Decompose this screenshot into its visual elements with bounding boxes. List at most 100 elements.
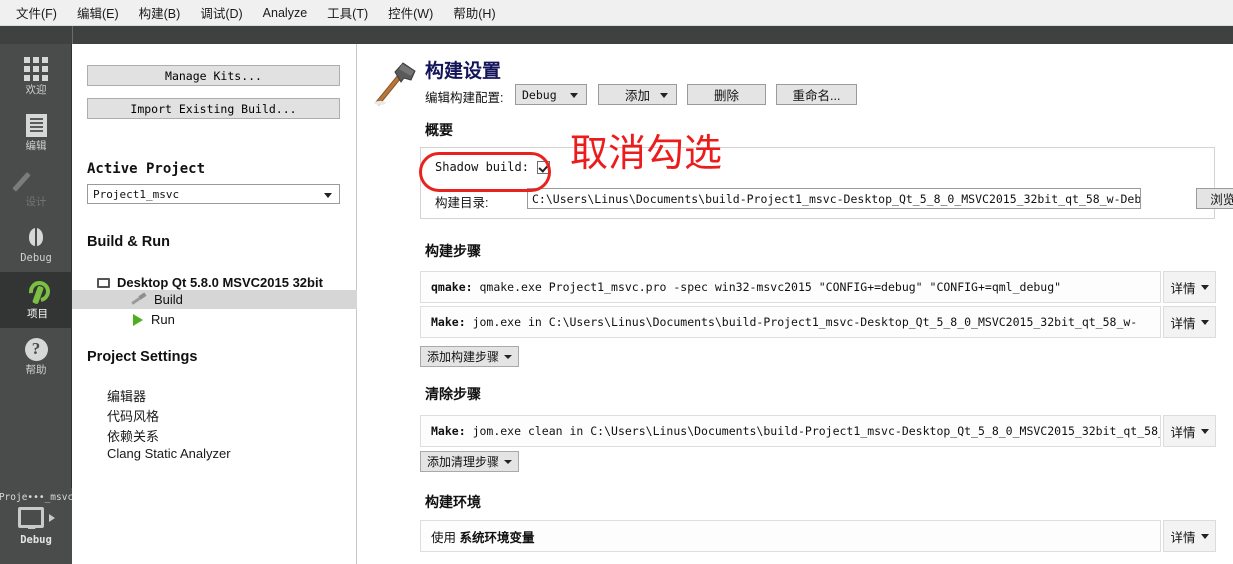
remove-config-button[interactable]: 删除: [687, 84, 766, 105]
shadow-build-label: Shadow build:: [435, 160, 529, 174]
clean-step-make-name: Make:: [431, 424, 466, 438]
run-config-project-name: Proje•••_msvc: [0, 492, 74, 503]
details-label: 详情: [1170, 425, 1196, 440]
tree-item-build-label: Build: [154, 292, 183, 307]
chevron-down-icon: [504, 459, 513, 464]
edit-build-config-label: 编辑构建配置:: [425, 91, 504, 105]
mode-selector-bar: 欢迎 编辑 设计 Debug 项目 ? 帮助: [0, 44, 72, 564]
chevron-down-icon: [660, 93, 668, 98]
manage-kits-button[interactable]: Manage Kits...: [87, 65, 340, 86]
build-steps-heading: 构建步骤: [425, 243, 481, 259]
add-config-button[interactable]: 添加: [598, 84, 677, 105]
hammer-icon: [374, 62, 416, 106]
kit-node[interactable]: Desktop Qt 5.8.0 MSVC2015 32bit: [97, 275, 323, 290]
menu-item-help[interactable]: 帮助(H): [443, 0, 505, 25]
build-step-qmake-command: qmake.exe Project1_msvc.pro -spec win32-…: [479, 280, 1062, 294]
chevron-down-icon: [1200, 533, 1209, 539]
toolbar-strip: [0, 26, 1233, 44]
build-config-combobox[interactable]: Debug: [515, 84, 587, 105]
details-label: 详情: [1170, 316, 1196, 331]
settings-link-code-style[interactable]: 代码风格: [107, 406, 159, 425]
build-environment-value: 系统环境变量: [459, 530, 535, 545]
tree-item-run-label: Run: [151, 312, 175, 327]
menu-item-build[interactable]: 构建(B): [129, 0, 191, 25]
chevron-down-icon: [504, 354, 513, 359]
menu-item-analyze[interactable]: Analyze: [253, 3, 317, 23]
build-step-make-name: Make:: [431, 315, 466, 329]
menu-item-edit[interactable]: 编辑(E): [67, 0, 129, 25]
mode-item-debug[interactable]: Debug: [0, 216, 72, 272]
build-step-make-details-button[interactable]: 详情: [1163, 306, 1216, 338]
mode-item-projects[interactable]: 项目: [0, 272, 72, 328]
add-build-step-label: 添加构建步骤: [427, 350, 500, 364]
menu-item-window[interactable]: 控件(W): [378, 0, 443, 25]
clean-steps-heading: 清除步骤: [425, 386, 481, 402]
import-existing-build-button[interactable]: Import Existing Build...: [87, 98, 340, 119]
settings-link-editor[interactable]: 编辑器: [107, 386, 146, 405]
toolbar-strip-divider: [72, 26, 73, 44]
active-project-value: Project1_msvc: [93, 187, 180, 201]
details-label: 详情: [1170, 281, 1196, 296]
run-config-icons: [17, 507, 55, 528]
build-and-run-heading: Build & Run: [87, 234, 170, 250]
clean-step-make-command: jom.exe clean in C:\Users\Linus\Document…: [472, 424, 1160, 438]
menu-item-debug[interactable]: 调试(D): [190, 0, 252, 25]
document-icon: [23, 112, 49, 138]
summary-heading: 概要: [425, 122, 453, 138]
help-circle-icon: ?: [23, 336, 49, 362]
settings-link-clang-static-analyzer[interactable]: Clang Static Analyzer: [107, 446, 231, 461]
mode-item-debug-label: Debug: [20, 252, 52, 264]
run-config-build-label: Debug: [20, 534, 52, 546]
build-config-value: Debug: [522, 87, 557, 102]
rename-config-button[interactable]: 重命名...: [776, 84, 857, 105]
mode-item-welcome[interactable]: 欢迎: [0, 48, 72, 104]
clean-step-make-details-button[interactable]: 详情: [1163, 415, 1216, 447]
mode-item-projects-label: 项目: [27, 308, 48, 320]
run-configuration-selector[interactable]: Proje•••_msvc Debug: [0, 488, 74, 564]
wrench-icon: [25, 280, 51, 306]
chevron-down-icon: [570, 93, 578, 98]
add-clean-step-button[interactable]: 添加清理步骤: [420, 451, 520, 472]
build-environment-text: 使用 系统环境变量: [421, 527, 535, 546]
menu-bar: 文件(F) 编辑(E) 构建(B) 调试(D) Analyze 工具(T) 控件…: [0, 0, 1233, 26]
mode-item-edit-label: 编辑: [25, 140, 47, 152]
mode-item-help-label: 帮助: [25, 364, 47, 376]
chevron-down-icon: [1200, 319, 1209, 325]
pencil-icon: [23, 168, 49, 194]
build-step-qmake[interactable]: qmake: qmake.exe Project1_msvc.pro -spec…: [420, 271, 1161, 303]
build-step-qmake-details-button[interactable]: 详情: [1163, 271, 1216, 303]
tree-item-build[interactable]: Build: [72, 290, 357, 309]
build-step-qmake-name: qmake:: [431, 280, 473, 294]
build-environment-heading: 构建环境: [425, 494, 481, 510]
build-settings-pane: 构建设置 编辑构建配置: Debug 添加 删除 重命名... 概要 Shado…: [357, 44, 1233, 564]
tree-item-run[interactable]: Run: [72, 310, 357, 329]
shadow-build-row: Shadow build:: [435, 160, 550, 174]
browse-button[interactable]: 浏览...: [1196, 188, 1233, 209]
grid-icon: [23, 56, 49, 82]
monitor-icon: [97, 277, 110, 288]
chevron-down-icon: [1200, 284, 1209, 290]
hammer-icon: [132, 294, 146, 306]
build-directory-label: 构建目录:: [435, 196, 489, 210]
active-project-combobox[interactable]: Project1_msvc: [87, 184, 340, 204]
clean-step-make-text: Make: jom.exe clean in C:\Users\Linus\Do…: [421, 424, 1160, 438]
monitor-icon: [17, 507, 44, 528]
build-step-make[interactable]: Make: jom.exe in C:\Users\Linus\Document…: [420, 306, 1161, 338]
mode-item-design-label: 设计: [25, 196, 47, 208]
mode-item-edit[interactable]: 编辑: [0, 104, 72, 160]
settings-link-dependencies[interactable]: 依赖关系: [107, 426, 159, 445]
play-icon[interactable]: [48, 513, 55, 522]
mode-item-design: 设计: [0, 160, 72, 216]
build-environment-row[interactable]: 使用 系统环境变量: [420, 520, 1161, 552]
build-directory-input[interactable]: C:\Users\Linus\Documents\build-Project1_…: [527, 188, 1141, 209]
build-environment-details-button[interactable]: 详情: [1163, 520, 1216, 552]
menu-item-tools[interactable]: 工具(T): [317, 0, 378, 25]
shadow-build-checkbox[interactable]: [536, 160, 550, 174]
clean-step-make[interactable]: Make: jom.exe clean in C:\Users\Linus\Do…: [420, 415, 1161, 447]
build-environment-prefix: 使用: [431, 530, 457, 545]
chevron-down-icon: [324, 193, 332, 198]
mode-item-welcome-label: 欢迎: [25, 84, 47, 96]
mode-item-help[interactable]: ? 帮助: [0, 328, 72, 384]
add-build-step-button[interactable]: 添加构建步骤: [420, 346, 520, 367]
menu-item-file[interactable]: 文件(F): [6, 0, 67, 25]
